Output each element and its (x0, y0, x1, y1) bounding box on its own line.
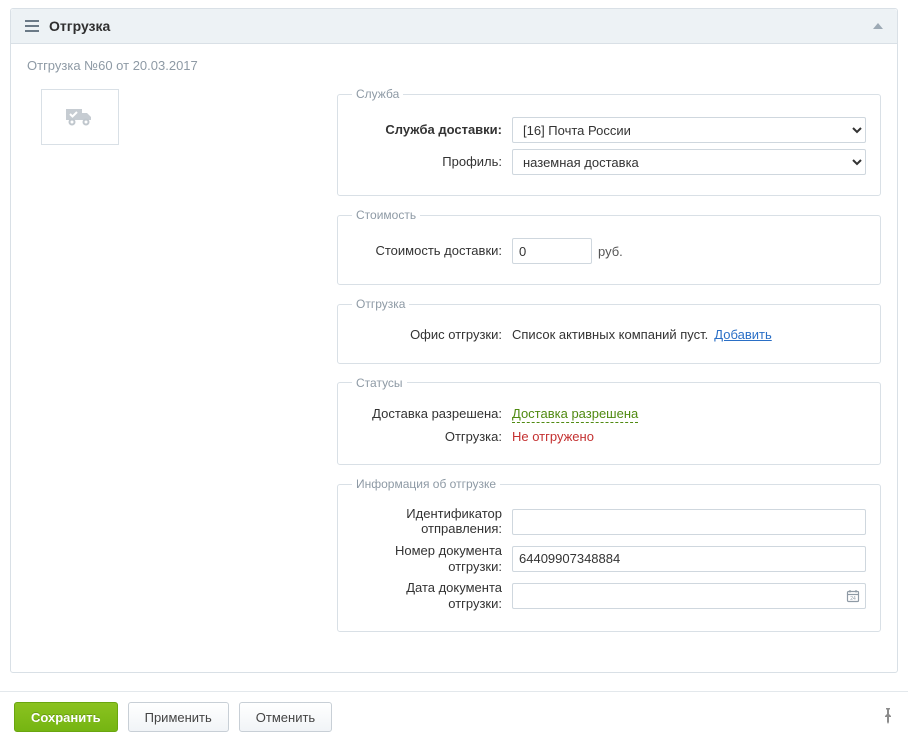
panel-title: Отгрузка (49, 18, 110, 34)
office-label: Офис отгрузки: (352, 327, 512, 343)
collapse-icon[interactable] (873, 23, 883, 29)
truck-check-icon (65, 105, 95, 130)
doc-number-label: Номер документа отгрузки: (352, 543, 512, 574)
service-fieldset: Служба Служба доставки: [16] Почта Росси… (337, 87, 881, 196)
calendar-icon[interactable]: 24 (844, 587, 862, 605)
allowed-value[interactable]: Доставка разрешена (512, 406, 638, 423)
tracking-id-input[interactable] (512, 509, 866, 535)
shipment-panel: Отгрузка Отгрузка №60 от 20.03.2017 (10, 8, 898, 673)
cost-legend: Стоимость (352, 208, 420, 222)
service-legend: Служба (352, 87, 403, 101)
cost-input[interactable] (512, 238, 592, 264)
doc-date-label: Дата документа отгрузки: (352, 580, 512, 611)
svg-text:24: 24 (850, 596, 856, 602)
shipment-status-label: Отгрузка: (352, 429, 512, 445)
doc-number-input[interactable] (512, 546, 866, 572)
delivery-service-select[interactable]: [16] Почта России (512, 117, 866, 143)
save-button[interactable]: Сохранить (14, 702, 118, 732)
allowed-label: Доставка разрешена: (352, 406, 512, 422)
info-legend: Информация об отгрузке (352, 477, 500, 491)
panel-header: Отгрузка (11, 9, 897, 44)
cost-label: Стоимость доставки: (352, 243, 512, 259)
profile-label: Профиль: (352, 154, 512, 170)
footer-bar: Сохранить Применить Отменить (0, 691, 908, 742)
shipment-status-value: Не отгружено (512, 429, 594, 444)
shipment-fieldset: Отгрузка Офис отгрузки: Список активных … (337, 297, 881, 364)
add-office-link[interactable]: Добавить (714, 327, 771, 342)
apply-button[interactable]: Применить (128, 702, 229, 732)
status-fieldset: Статусы Доставка разрешена: Доставка раз… (337, 376, 881, 466)
cost-fieldset: Стоимость Стоимость доставки: руб. (337, 208, 881, 285)
currency-label: руб. (598, 244, 623, 259)
menu-icon[interactable] (25, 20, 39, 32)
cancel-button[interactable]: Отменить (239, 702, 332, 732)
delivery-service-label: Служба доставки: (352, 122, 512, 138)
shipment-legend: Отгрузка (352, 297, 409, 311)
profile-select[interactable]: наземная доставка (512, 149, 866, 175)
tracking-id-label: Идентификатор отправления: (352, 507, 512, 537)
status-legend: Статусы (352, 376, 407, 390)
thumbnail-box (41, 89, 119, 145)
panel-subtitle: Отгрузка №60 от 20.03.2017 (27, 58, 881, 73)
pin-icon[interactable] (882, 708, 894, 727)
info-fieldset: Информация об отгрузке Идентификатор отп… (337, 477, 881, 632)
office-text: Список активных компаний пуст. (512, 327, 708, 342)
